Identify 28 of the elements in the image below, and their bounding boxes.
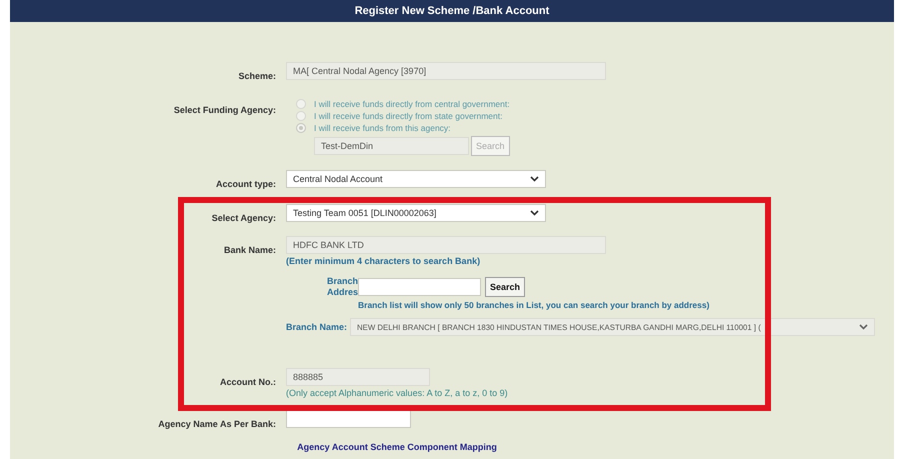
- dropdown[interactable]: Central Nodal Account: [286, 170, 546, 188]
- field-label: Account No.:: [220, 377, 276, 387]
- mapping-link[interactable]: Agency Account Scheme Component Mapping: [297, 442, 497, 452]
- field-label: Scheme:: [238, 71, 276, 81]
- field-label: Select Agency:: [212, 213, 276, 223]
- hint-text: (Enter minimum 4 characters to search Bank): [286, 256, 480, 266]
- chevron-down-icon: [859, 324, 868, 330]
- field-label: Branch Addres: [326, 276, 358, 298]
- field-label: Branch Name:: [286, 322, 348, 332]
- search-button[interactable]: Search: [485, 277, 526, 297]
- field-label: Account type:: [216, 179, 276, 189]
- radio-label: I will receive funds directly from central government:: [314, 99, 510, 109]
- chevron-down-icon: [530, 176, 539, 182]
- field-label: Select Funding Agency:: [174, 105, 276, 115]
- field-label: Bank Name:: [224, 245, 276, 255]
- branch-address-field[interactable]: [358, 278, 481, 296]
- radio-button[interactable]: [296, 111, 306, 121]
- dropdown[interactable]: Testing Team 0051 [DLIN00002063]: [286, 204, 546, 222]
- hint-text: Branch list will show only 50 branches in List, you can search your branch by address): [358, 300, 710, 310]
- text-field[interactable]: [286, 410, 411, 428]
- radio-label: I will receive funds directly from state government:: [314, 111, 502, 121]
- page-title: Register New Scheme /Bank Account: [354, 5, 550, 17]
- field-label: Agency Name As Per Bank:: [158, 419, 276, 429]
- radio-label: I will receive funds from this agency:: [314, 123, 451, 133]
- hint-text: (Only accept Alphanumeric values: A to Z, a to z, 0 to 9): [286, 388, 508, 398]
- radio-button[interactable]: [296, 99, 306, 109]
- radio-button[interactable]: [296, 123, 306, 133]
- chevron-down-icon: [530, 210, 539, 216]
